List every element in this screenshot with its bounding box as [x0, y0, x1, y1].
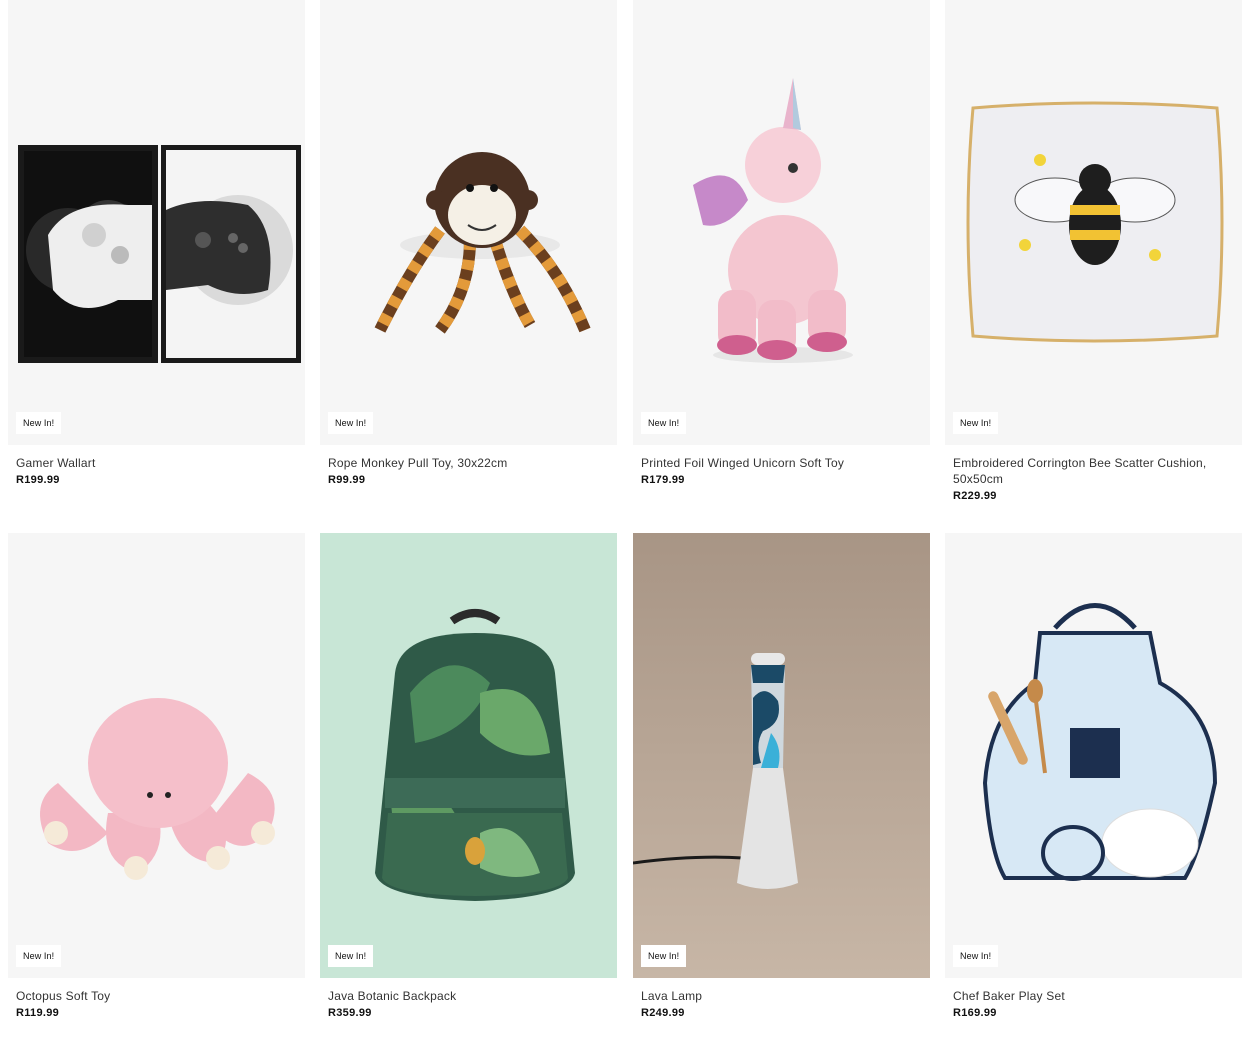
product-price: R99.99	[328, 474, 366, 486]
new-in-badge: New In!	[641, 945, 687, 967]
product-card[interactable]: New In! Java Botanic Backpack R359.99	[320, 533, 617, 1019]
product-card[interactable]: New In! Chef Baker Play Set R169.99	[945, 533, 1242, 1019]
unicorn-toy-image	[633, 0, 930, 445]
product-card[interactable]: New In! Rope Monkey Pull Toy, 30x22cm R9…	[320, 0, 617, 486]
product-image[interactable]: New In!	[633, 0, 930, 445]
product-image[interactable]: New In!	[945, 0, 1242, 445]
product-name[interactable]: Rope Monkey Pull Toy, 30x22cm	[320, 455, 617, 471]
lava-lamp-image	[633, 533, 930, 978]
octopus-toy-image	[8, 533, 305, 978]
product-card[interactable]: New In! Gamer Wallart R199.99	[8, 0, 305, 486]
chef-set-image	[945, 533, 1242, 978]
product-name[interactable]: Lava Lamp	[633, 988, 930, 1004]
new-in-badge: New In!	[328, 412, 374, 434]
new-in-badge: New In!	[953, 945, 999, 967]
product-name[interactable]: Java Botanic Backpack	[320, 988, 617, 1004]
product-name[interactable]: Octopus Soft Toy	[8, 988, 305, 1004]
product-card[interactable]: New In! Lava Lamp R249.99	[633, 533, 930, 1019]
monkey-toy-image	[320, 0, 617, 445]
product-card[interactable]: New In! Embroidered Corrington Bee Scatt…	[945, 0, 1242, 502]
product-image[interactable]: New In!	[8, 0, 305, 445]
product-image[interactable]: New In!	[320, 533, 617, 978]
product-price: R179.99	[641, 474, 685, 486]
new-in-badge: New In!	[16, 412, 62, 434]
product-image[interactable]: New In!	[8, 533, 305, 978]
gamer-wallart-image	[8, 0, 305, 445]
new-in-badge: New In!	[641, 412, 687, 434]
backpack-image	[320, 533, 617, 978]
product-price: R359.99	[328, 1007, 372, 1019]
product-name[interactable]: Printed Foil Winged Unicorn Soft Toy	[633, 455, 930, 471]
product-price: R229.99	[953, 490, 997, 502]
product-image[interactable]: New In!	[320, 0, 617, 445]
product-name[interactable]: Embroidered Corrington Bee Scatter Cushi…	[945, 455, 1242, 487]
new-in-badge: New In!	[16, 945, 62, 967]
bee-cushion-image	[945, 0, 1242, 445]
product-price: R119.99	[16, 1007, 60, 1019]
new-in-badge: New In!	[328, 945, 374, 967]
product-name[interactable]: Chef Baker Play Set	[945, 988, 1242, 1004]
product-image[interactable]: New In!	[633, 533, 930, 978]
product-image[interactable]: New In!	[945, 533, 1242, 978]
product-grid: New In! Gamer Wallart R199.99 New In! Ro…	[0, 0, 1250, 1050]
product-price: R249.99	[641, 1007, 685, 1019]
product-price: R199.99	[16, 474, 60, 486]
product-card[interactable]: New In! Octopus Soft Toy R119.99	[8, 533, 305, 1019]
new-in-badge: New In!	[953, 412, 999, 434]
product-name[interactable]: Gamer Wallart	[8, 455, 305, 471]
product-card[interactable]: New In! Printed Foil Winged Unicorn Soft…	[633, 0, 930, 486]
product-price: R169.99	[953, 1007, 997, 1019]
